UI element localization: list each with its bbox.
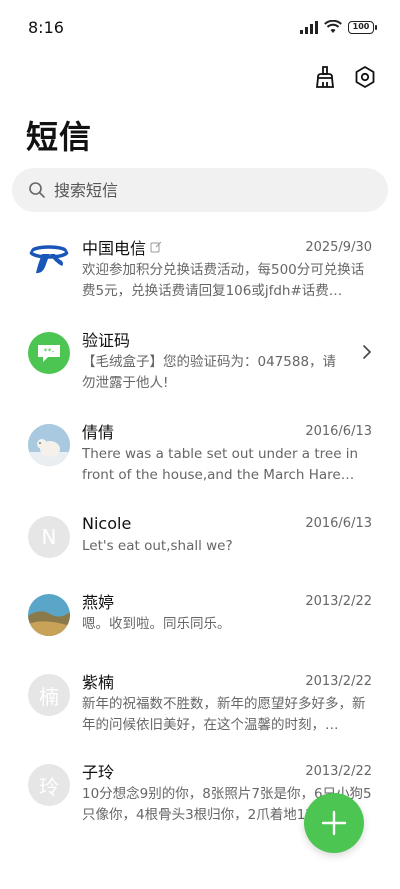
avatar-letter: N xyxy=(28,516,70,558)
message-preview: Let's eat out,shall we? xyxy=(82,538,233,554)
message-date: 2013/2/22 xyxy=(305,673,372,689)
message-item[interactable]: 中国电信 2025/9/30 欢迎参加积分兑换话费活动，每500分可兑换话费5元… xyxy=(0,226,400,308)
message-preview: There was a table set out under a tree i… xyxy=(82,446,359,483)
message-date: 2016/6/13 xyxy=(305,515,372,531)
sender-name: 倩倩 xyxy=(82,423,115,442)
broom-icon[interactable] xyxy=(312,64,338,90)
sender-name: 子玲 xyxy=(82,763,115,782)
message-item[interactable]: **- 验证码 【毛绒盒子】您的验证码为：047588，请勿泄露于他人! xyxy=(0,318,400,400)
edit-badge-icon xyxy=(150,241,162,253)
chevron-right-icon[interactable] xyxy=(362,344,372,360)
new-message-button[interactable] xyxy=(304,793,364,853)
status-time: 8:16 xyxy=(28,18,64,37)
message-content: 倩倩 2016/6/13 There was a table set out u… xyxy=(82,420,372,486)
avatar-letter: 楠 xyxy=(28,674,70,716)
message-date: 2025/9/30 xyxy=(305,239,372,255)
message-date: 2016/6/13 xyxy=(305,423,372,439)
sender-name: Nicole xyxy=(82,513,132,533)
settings-hexagon-icon[interactable] xyxy=(352,64,378,90)
sender-name: 紫楠 xyxy=(82,673,115,692)
page-title: 短信 xyxy=(26,118,93,156)
polar-bear-photo xyxy=(28,424,70,466)
message-preview: 【毛绒盒子】您的验证码为：047588，请勿泄露于他人! xyxy=(82,354,337,391)
message-date: 2013/2/22 xyxy=(305,593,372,609)
message-content: 中国电信 2025/9/30 欢迎参加积分兑换话费活动，每500分可兑换话费5元… xyxy=(82,236,372,302)
landscape-photo xyxy=(28,594,70,636)
status-icons: 100 xyxy=(300,20,377,34)
sender-name: 中国电信 xyxy=(82,239,147,258)
message-preview: 嗯。收到啦。同乐同乐。 xyxy=(82,616,231,632)
message-content: Nicole 2016/6/13 Let's eat out,shall we? xyxy=(82,512,372,557)
battery-icon: 100 xyxy=(348,20,377,34)
verification-code-icon: **- xyxy=(28,332,70,374)
avatar-letter: 玲 xyxy=(28,764,70,806)
sender-name: 燕婷 xyxy=(82,593,115,612)
china-telecom-logo xyxy=(28,240,70,282)
wifi-icon xyxy=(324,20,342,33)
message-preview: 欢迎参加积分兑换话费活动，每500分可兑换话费5元，兑换话费请回复106或jfd… xyxy=(82,262,365,299)
message-content: 紫楠 2013/2/22 新年的祝福数不胜数，新年的愿望好多好多，新年的问候依旧… xyxy=(82,670,372,736)
message-content: 验证码 【毛绒盒子】您的验证码为：047588，请勿泄露于他人! xyxy=(82,328,372,394)
search-icon xyxy=(29,182,45,198)
status-bar: 8:16 100 xyxy=(0,0,400,56)
message-item[interactable]: 倩倩 2016/6/13 There was a table set out u… xyxy=(0,410,400,492)
message-item[interactable]: N Nicole 2016/6/13 Let's eat out,shall w… xyxy=(0,502,400,570)
sender-name: 验证码 xyxy=(82,331,131,350)
top-actions xyxy=(312,64,378,90)
message-item[interactable]: 楠 紫楠 2013/2/22 新年的祝福数不胜数，新年的愿望好多好多，新年的问候… xyxy=(0,660,400,742)
plus-icon xyxy=(321,810,347,836)
svg-text:**-: **- xyxy=(44,347,55,356)
search-bar[interactable] xyxy=(12,168,388,212)
search-input[interactable] xyxy=(54,180,354,200)
sender-name-row: 中国电信 xyxy=(82,235,162,259)
message-date: 2013/2/22 xyxy=(305,763,372,779)
signal-icon xyxy=(300,20,318,34)
message-content: 燕婷 2013/2/22 嗯。收到啦。同乐同乐。 xyxy=(82,590,372,635)
message-item[interactable]: 燕婷 2013/2/22 嗯。收到啦。同乐同乐。 xyxy=(0,580,400,648)
message-preview: 新年的祝福数不胜数，新年的愿望好多好多，新年的问候依旧美好，在这个温馨的时刻，… xyxy=(82,696,366,733)
message-list: 中国电信 2025/9/30 欢迎参加积分兑换话费活动，每500分可兑换话费5元… xyxy=(0,226,400,832)
